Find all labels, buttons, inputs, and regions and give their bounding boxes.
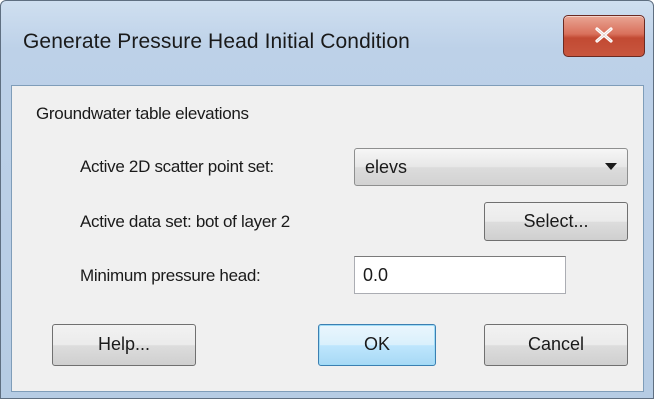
group-heading: Groundwater table elevations [36,104,249,123]
ok-button-label: OK [363,334,390,354]
select-button-label: Select... [523,211,589,231]
help-button[interactable]: Help... [52,324,196,366]
title-bar: Generate Pressure Head Initial Condition [1,1,653,85]
chevron-down-icon [605,163,617,170]
min-pressure-value: 0.0 [363,265,389,285]
scatter-set-dropdown[interactable]: elevs [354,148,628,186]
help-button-label: Help... [97,334,151,354]
min-pressure-label: Minimum pressure head: [80,266,261,285]
dialog-window: Generate Pressure Head Initial Condition… [0,0,654,399]
window-title: Generate Pressure Head Initial Condition [23,30,410,53]
scatter-set-value: elevs [365,157,408,177]
dialog-body: Groundwater table elevations Active 2D s… [11,85,644,392]
ok-button[interactable]: OK [318,324,436,366]
cancel-button-label: Cancel [527,334,585,354]
select-button[interactable]: Select... [484,202,628,241]
close-icon [595,27,613,43]
min-pressure-input[interactable]: 0.0 [354,256,566,294]
active-dataset-label: Active data set: bot of layer 2 [80,212,290,231]
cancel-button[interactable]: Cancel [484,324,628,366]
scatter-set-label: Active 2D scatter point set: [80,157,274,176]
close-button[interactable] [563,15,645,57]
